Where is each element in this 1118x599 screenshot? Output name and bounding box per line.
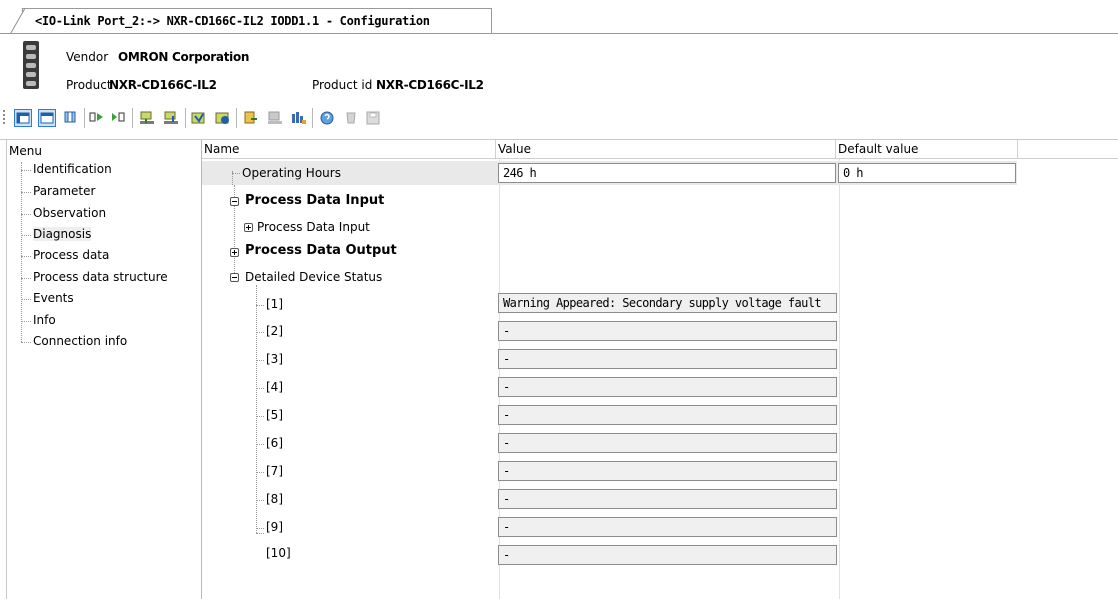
expand-toggle-pdo[interactable]: [230, 248, 239, 257]
view-layout-1-icon[interactable]: [14, 109, 32, 127]
vendor-label: Vendor: [66, 50, 109, 64]
status-row-name: [2]: [266, 324, 283, 338]
status-row-value: -: [498, 489, 837, 509]
status-row-name: [10]: [266, 546, 291, 560]
product-value: NXR-CD166C-IL2: [109, 78, 217, 92]
menu-panel: Menu Identification Parameter Observatio…: [6, 140, 202, 599]
column-header-default[interactable]: Default value: [836, 140, 1018, 158]
group-process-data-input[interactable]: Process Data Input: [245, 193, 384, 208]
toolbar-grip[interactable]: [3, 110, 5, 126]
device-module-icon: [23, 41, 39, 89]
status-row-value: -: [498, 433, 837, 453]
upload-icon[interactable]: [138, 109, 156, 127]
status-row-name: [9]: [266, 520, 283, 534]
status-row-name: [3]: [266, 352, 283, 366]
view-layout-3-icon[interactable]: [62, 109, 80, 127]
collapse-toggle-pdi[interactable]: [230, 197, 239, 206]
save-icon[interactable]: [364, 109, 382, 127]
status-row-value: -: [498, 517, 837, 537]
menu-title: Menu: [9, 144, 42, 158]
tab-configuration[interactable]: <IO-Link Port_2:-> NXR-CD166C-IL2 IODD1.…: [9, 8, 492, 36]
status-row-name: [6]: [266, 436, 283, 450]
operating-hours-value: 246 h: [498, 163, 836, 183]
column-header-name[interactable]: Name: [202, 140, 496, 158]
menu-item-process-data[interactable]: Process data: [33, 248, 109, 262]
group-process-data-input-child[interactable]: Process Data Input: [257, 220, 370, 234]
status-row-name: [4]: [266, 380, 283, 394]
status-row-value: -: [498, 461, 837, 481]
status-row-value: -: [498, 377, 837, 397]
expand-toggle-pdi-child[interactable]: [244, 223, 253, 232]
operating-hours-default: 0 h: [838, 163, 1016, 183]
menu-item-events[interactable]: Events: [33, 291, 74, 305]
operating-hours-label: Operating Hours: [242, 166, 341, 180]
status-row-name: [1]: [266, 297, 283, 311]
status-row-value: -: [498, 349, 837, 369]
menu-item-diagnosis[interactable]: Diagnosis: [33, 227, 92, 241]
toolbar: [0, 100, 1118, 134]
table-row-operating-hours[interactable]: Operating Hours 246 h 0 h: [202, 161, 1017, 185]
status-row-name: [5]: [266, 408, 283, 422]
product-label: Product: [66, 78, 112, 92]
verify-icon[interactable]: [190, 109, 208, 127]
device-header: Vendor OMRON Corporation Product NXR-CD1…: [0, 34, 1118, 100]
process-data-icon[interactable]: [290, 109, 308, 127]
group-process-data-output[interactable]: Process Data Output: [245, 243, 397, 258]
menu-item-observation[interactable]: Observation: [33, 206, 106, 220]
group-detailed-device-status[interactable]: Detailed Device Status: [245, 270, 382, 284]
tab-strip: <IO-Link Port_2:-> NXR-CD166C-IL2 IODD1.…: [0, 0, 1118, 36]
menu-item-parameter[interactable]: Parameter: [33, 184, 95, 198]
status-row-value: -: [498, 545, 837, 565]
status-row-name: [7]: [266, 464, 283, 478]
menu-item-identification[interactable]: Identification: [33, 162, 112, 176]
status-row-name: [8]: [266, 492, 283, 506]
compare-icon[interactable]: [214, 109, 232, 127]
menu-item-connection-info[interactable]: Connection info: [33, 334, 127, 348]
collapse-toggle-status[interactable]: [230, 273, 239, 282]
menu-item-process-data-structure[interactable]: Process data structure: [33, 270, 168, 284]
go-offline-icon[interactable]: [110, 109, 128, 127]
status-row-value: -: [498, 321, 837, 341]
parameter-grid: Name Value Default value Operating Hours…: [202, 140, 1118, 599]
go-online-icon[interactable]: [88, 109, 106, 127]
menu-item-info[interactable]: Info: [33, 313, 56, 327]
status-row-value: -: [498, 405, 837, 425]
download-icon[interactable]: [162, 109, 180, 127]
status-row-value: Warning Appeared: Secondary supply volta…: [498, 293, 837, 313]
view-layout-2-icon[interactable]: [38, 109, 56, 127]
vendor-value: OMRON Corporation: [118, 50, 250, 64]
export-icon[interactable]: [266, 109, 284, 127]
clear-icon[interactable]: [342, 109, 360, 127]
tab-title: <IO-Link Port_2:-> NXR-CD166C-IL2 IODD1.…: [35, 14, 430, 28]
help-icon[interactable]: [318, 109, 336, 127]
product-id-value: NXR-CD166C-IL2: [376, 78, 484, 92]
column-header-value[interactable]: Value: [496, 140, 836, 158]
product-id-label: Product id: [312, 78, 373, 92]
import-icon[interactable]: [242, 109, 260, 127]
